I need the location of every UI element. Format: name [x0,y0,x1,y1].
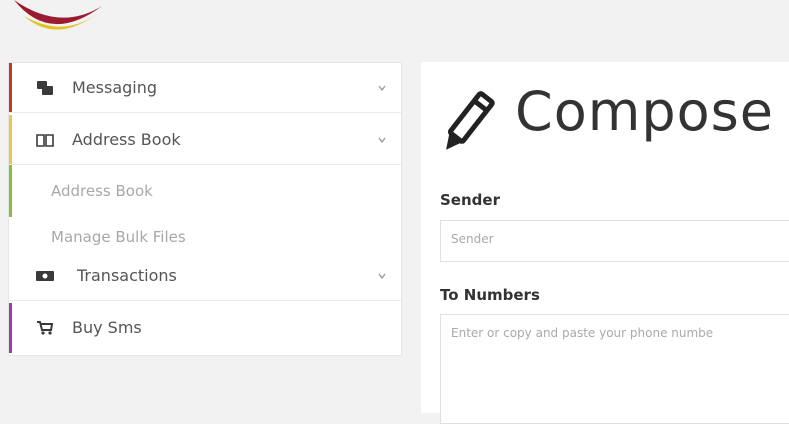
sidebar-menu: Messaging Address Book Address Book Mana… [8,62,402,356]
sidebar-item-label: Buy Sms [72,318,142,337]
sidebar-item-address-book[interactable]: Address Book [9,115,401,165]
accent-bar [9,63,12,112]
chevron-down-icon [378,273,386,280]
sidebar-item-label: Messaging [72,78,158,97]
sidebar-item-buy-sms[interactable]: Buy Sms [9,303,401,353]
sidebar-item-label: Transactions [77,266,177,285]
sender-label: Sender [440,191,500,209]
sidebar-item-label: Address Book [72,130,181,149]
brand-logo [14,0,102,30]
chat-bubbles-icon [37,81,53,95]
submenu-item-manage-bulk-files[interactable]: Manage Bulk Files [51,228,186,246]
page-title: Compose [515,80,775,143]
pencil-icon [446,91,495,150]
accent-bar [9,115,12,164]
chevron-down-icon [378,137,386,144]
cart-icon [37,321,54,335]
open-book-icon [36,134,54,147]
compose-panel: Compose Sender Sender To Numbers Enter o… [421,62,789,424]
submenu-item-address-book[interactable]: Address Book [51,182,153,200]
chevron-down-icon [378,85,386,92]
accent-bar [9,251,12,300]
money-icon [36,271,54,281]
sidebar-item-messaging[interactable]: Messaging [9,63,401,113]
to-numbers-textarea[interactable]: Enter or copy and paste your phone numbe [440,314,789,424]
sender-input[interactable]: Sender [440,220,789,262]
sidebar-item-transactions[interactable]: Transactions [9,251,401,301]
to-numbers-label: To Numbers [440,286,540,304]
submenu-accent-bar [9,165,12,217]
accent-bar [9,303,12,353]
